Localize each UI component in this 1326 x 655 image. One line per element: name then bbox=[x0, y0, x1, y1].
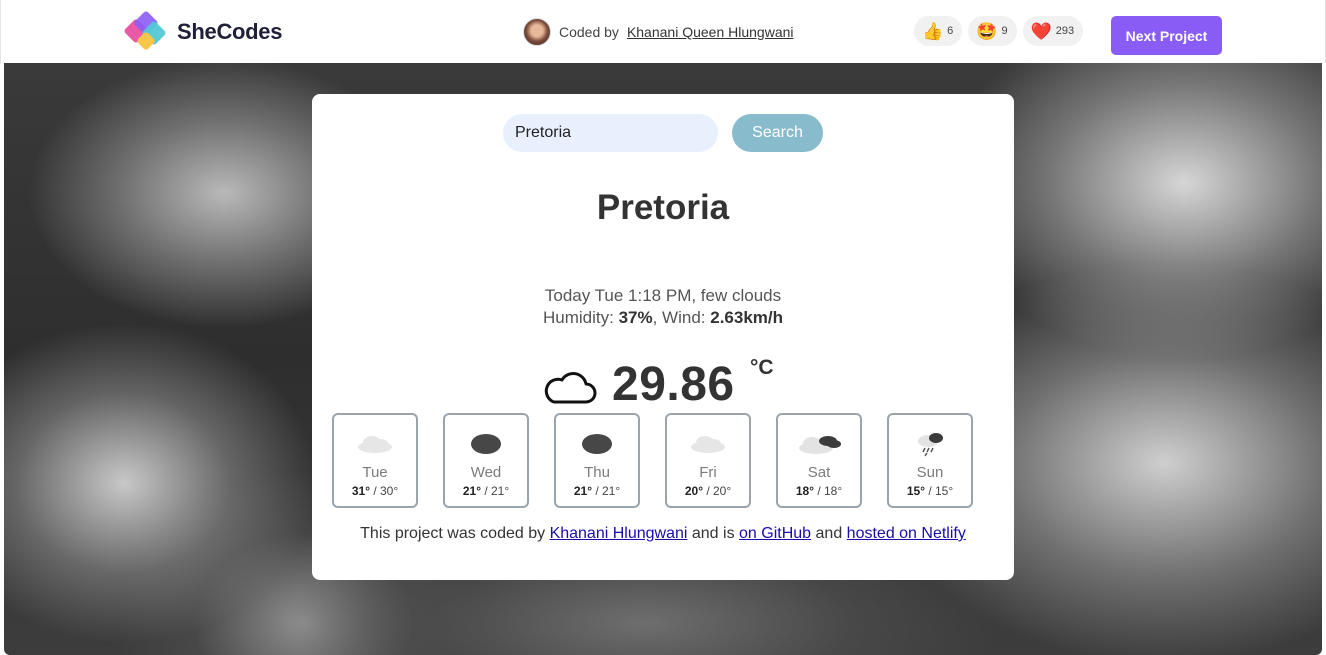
forecast-temps: 18° / 18° bbox=[778, 484, 860, 498]
forecast-high: 15° bbox=[906, 484, 925, 498]
forecast-low: / 18° bbox=[814, 484, 843, 498]
forecast-low: / 15° bbox=[925, 484, 954, 498]
forecast-day-name: Tue bbox=[362, 464, 388, 481]
reactions: 👍 6 🤩 9 ❤️ 293 bbox=[914, 16, 1084, 46]
forecast-high: 18° bbox=[795, 484, 814, 498]
forecast-day-name: Sat bbox=[807, 464, 831, 481]
coded-by: Coded by Khanani Queen Hlungwani bbox=[523, 17, 794, 47]
forecast-low: / 30° bbox=[370, 484, 399, 498]
reaction-star-eyes[interactable]: 🤩 9 bbox=[968, 16, 1017, 46]
dark-cloud-icon bbox=[471, 434, 501, 454]
top-navbar: SheCodes Coded by Khanani Queen Hlungwan… bbox=[0, 0, 1326, 63]
city-name: Pretoria bbox=[596, 188, 730, 227]
forecast-day-name: Fri bbox=[699, 464, 717, 481]
shecodes-logo-icon bbox=[124, 11, 166, 50]
weather-details: Today Tue 1:18 PM, few clouds Humidity: … bbox=[312, 285, 1014, 329]
humidity-wind-line: Humidity: 37%, Wind: 2.63km/h bbox=[312, 307, 1014, 329]
forecast-day: Sun 15° / 15° bbox=[887, 413, 973, 508]
humidity-label: Humidity: bbox=[543, 308, 619, 327]
dark-cloud-icon bbox=[582, 434, 612, 454]
reaction-count: 293 bbox=[1055, 25, 1075, 37]
forecast-high: 21° bbox=[573, 484, 592, 498]
author-avatar bbox=[523, 18, 551, 46]
forecast-day-name: Thu bbox=[584, 464, 610, 481]
forecast-high: 20° bbox=[684, 484, 703, 498]
author-link[interactable]: Khanani Queen Hlungwani bbox=[627, 24, 794, 40]
forecast-temps: 15° / 15° bbox=[889, 484, 971, 498]
current-temperature: 29.86 °C bbox=[542, 356, 774, 412]
broken-clouds-icon bbox=[799, 436, 841, 454]
rain-cloud-icon bbox=[918, 433, 943, 457]
date-description: Today Tue 1:18 PM, few clouds bbox=[544, 286, 782, 305]
wind-value: 2.63km/h bbox=[710, 308, 783, 327]
reaction-count: 6 bbox=[947, 25, 954, 37]
forecast-day: Fri 20° / 20° bbox=[665, 413, 751, 508]
forecast-day: Thu 21° / 21° bbox=[554, 413, 640, 508]
wind-label: , Wind: bbox=[652, 308, 711, 327]
forecast-temps: 21° / 21° bbox=[445, 484, 527, 498]
footer-text: This project was coded by bbox=[360, 525, 550, 542]
forecast-day: Tue 31° / 30° bbox=[332, 413, 418, 508]
reaction-thumbs-up[interactable]: 👍 6 bbox=[914, 16, 963, 46]
shecodes-logo[interactable]: SheCodes bbox=[123, 10, 282, 54]
forecast-row: Tue 31° / 30° Wed 21° / 21° Thu 21° / 21… bbox=[332, 413, 973, 508]
temperature-value: 29.86 bbox=[612, 357, 735, 411]
unit-celsius[interactable]: °C bbox=[750, 356, 774, 380]
forecast-day-name: Wed bbox=[470, 464, 502, 481]
logo-text: SheCodes bbox=[177, 19, 283, 44]
footer-text: and bbox=[811, 525, 847, 542]
forecast-day: Sat 18° / 18° bbox=[776, 413, 862, 508]
light-cloud-icon bbox=[691, 436, 725, 453]
forecast-high: 31° bbox=[351, 484, 370, 498]
forecast-high: 21° bbox=[462, 484, 481, 498]
coded-by-label: Coded by bbox=[559, 24, 619, 40]
forecast-low: / 21° bbox=[481, 484, 510, 498]
star-eyes-icon: 🤩 bbox=[976, 21, 998, 41]
search-button[interactable]: Search bbox=[732, 114, 823, 152]
footer-text: and is bbox=[687, 525, 740, 542]
thumbs-up-icon: 👍 bbox=[922, 21, 944, 41]
forecast-low: / 21° bbox=[592, 484, 621, 498]
light-cloud-icon bbox=[358, 436, 392, 453]
forecast-temps: 20° / 20° bbox=[667, 484, 749, 498]
author-profile-link[interactable]: Khanani Hlungwani bbox=[550, 525, 688, 542]
netlify-link[interactable]: hosted on Netlify bbox=[847, 525, 966, 542]
forecast-temps: 31° / 30° bbox=[334, 484, 416, 498]
project-footer: This project was coded by Khanani Hlungw… bbox=[312, 525, 1014, 543]
weather-card: Search Pretoria Today Tue 1:18 PM, few c… bbox=[312, 94, 1014, 580]
reaction-count: 9 bbox=[1001, 25, 1008, 37]
forecast-day-name: Sun bbox=[916, 464, 944, 481]
city-search-input[interactable] bbox=[503, 114, 718, 152]
heart-icon: ❤️ bbox=[1030, 21, 1052, 41]
next-project-button[interactable]: Next Project bbox=[1111, 16, 1222, 55]
forecast-day: Wed 21° / 21° bbox=[443, 413, 529, 508]
reaction-heart[interactable]: ❤️ 293 bbox=[1022, 16, 1084, 46]
forecast-temps: 21° / 21° bbox=[556, 484, 638, 498]
humidity-value: 37% bbox=[618, 308, 653, 327]
forecast-low: / 20° bbox=[703, 484, 732, 498]
cloud-icon bbox=[544, 372, 597, 404]
github-link[interactable]: on GitHub bbox=[739, 525, 811, 542]
